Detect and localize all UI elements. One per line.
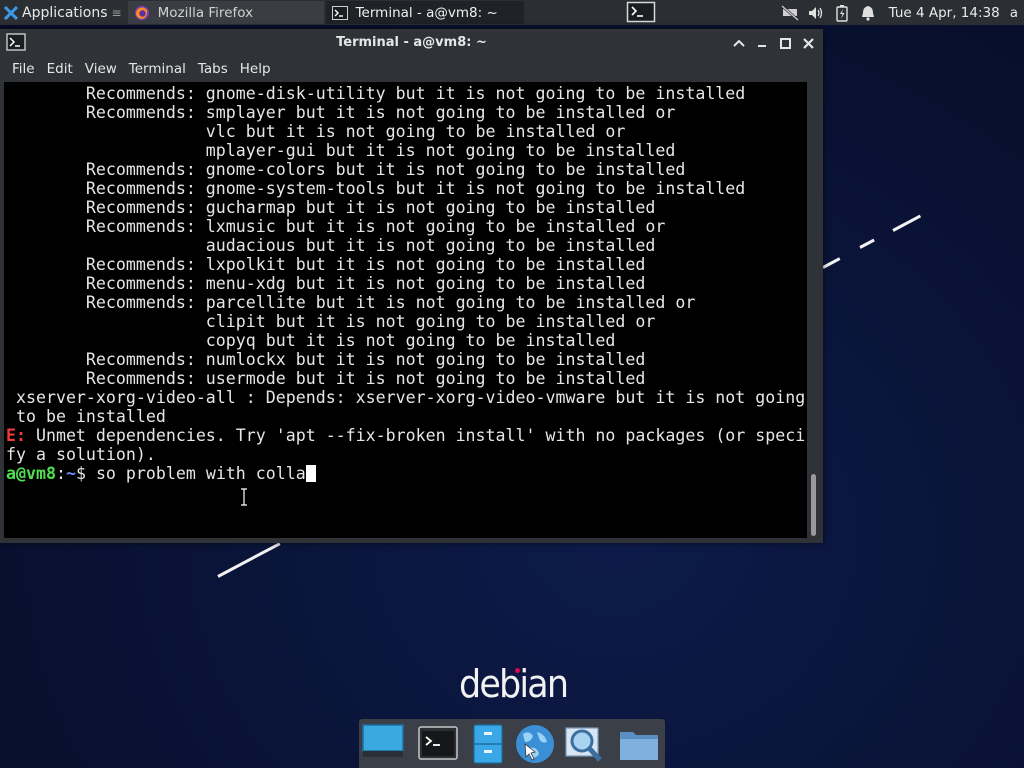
prompt-symbol: $ [75,464,96,483]
terminal-line: Recommends: lxpolkit but it is not going… [6,255,646,274]
close-icon[interactable] [797,32,819,54]
menubar: File Edit View Terminal Tabs Help [0,57,823,81]
terminal-line: copyq but it is not going to be installe… [6,331,616,350]
menu-edit[interactable]: Edit [41,61,79,77]
minimize-icon[interactable] [751,32,773,54]
system-tray: Tue 4 Apr, 14:38 a [780,0,1024,25]
terminal-line: to be installed [6,407,166,426]
debian-logo-dot [515,668,520,673]
terminal-line: vlc but it is not going to be installed … [6,122,626,141]
terminal-line: Recommends: usermode but it is not going… [6,369,646,388]
web-browser-icon[interactable] [513,722,557,766]
notifications-bell-icon[interactable] [859,4,877,22]
wallpaper-streak [892,214,922,232]
terminal-icon [331,5,348,20]
taskbar-firefox[interactable]: Mozilla Firefox [127,1,324,24]
text-cursor [305,465,316,482]
error-prefix: E: [6,426,26,445]
applications-menu[interactable]: Applications ≡ [0,0,126,25]
wallpaper-streak [859,238,875,249]
terminal-line: Recommends: gnome-system-tools but it is… [6,179,746,198]
menu-file[interactable]: File [6,61,41,77]
terminal-output[interactable]: Recommends: gnome-disk-utility but it is… [4,82,807,538]
menu-tabs[interactable]: Tabs [192,61,234,77]
firefox-icon [134,5,149,20]
app-finder-icon[interactable] [562,722,606,766]
menu-separator-icon: ≡ [111,5,122,20]
terminal-line: Recommends: numlockx but it is not going… [6,350,646,369]
panel-terminal-launcher-icon[interactable] [626,1,656,23]
network-disconnected-icon[interactable] [780,4,799,22]
error-message-cont: fy a solution). [6,445,156,464]
volume-icon[interactable] [807,4,825,22]
scrollbar-thumb[interactable] [811,474,816,536]
terminal-line: Recommends: smplayer but it is not going… [6,103,676,122]
window-menu-chevron-up-icon[interactable] [728,32,750,54]
user-menu[interactable]: a [1010,5,1018,21]
terminal-line: audacious but it is not going to be inst… [6,236,656,255]
wallpaper-streak [217,542,281,578]
terminal-line: Recommends: gucharmap but it is not goin… [6,198,656,217]
show-desktop-icon[interactable] [361,722,405,766]
maximize-icon[interactable] [774,32,796,54]
wallpaper-streak [822,257,841,269]
taskbar-terminal[interactable]: Terminal - a@vm8: ~ [325,1,524,24]
xfce-logo-icon [4,5,18,20]
terminal-line: clipit but it is not going to be install… [6,312,656,331]
terminal-scrollbar[interactable] [807,82,823,538]
clock[interactable]: Tue 4 Apr, 14:38 [889,5,1000,21]
taskbar-terminal-label: Terminal - a@vm8: ~ [355,4,498,21]
command-input[interactable]: so problem with colla [96,464,306,483]
terminal-window: Terminal - a@vm8: ~ File Edit View Termi… [0,29,823,543]
prompt-path: ~ [65,464,76,483]
terminal-line: mplayer-gui but it is not going to be in… [6,141,676,160]
terminal-line: Recommends: menu-xdg but it is not going… [6,274,646,293]
terminal-line: Recommends: gnome-colors but it is not g… [6,160,686,179]
debian-logo: debian [459,662,569,706]
menu-terminal[interactable]: Terminal [123,61,192,77]
file-cabinet-icon[interactable] [466,722,510,766]
dock [359,719,665,768]
prompt-user: a@vm8 [6,464,56,483]
folder-icon[interactable] [617,722,661,766]
taskbar-firefox-label: Mozilla Firefox [157,4,254,21]
applications-label: Applications [22,4,108,21]
error-message: Unmet dependencies. Try 'apt --fix-broke… [25,426,806,445]
terminal-line: Recommends: parcellite but it is not goi… [6,293,696,312]
window-title: Terminal - a@vm8: ~ [336,35,487,50]
ibeam-cursor-icon [241,488,247,506]
terminal-text: Recommends: gnome-disk-utility but it is… [6,84,805,483]
window-titlebar[interactable]: Terminal - a@vm8: ~ [0,29,823,57]
menu-help[interactable]: Help [234,61,277,77]
terminal-line: xserver-xorg-video-all : Depends: xserve… [6,388,806,407]
battery-icon[interactable] [833,4,851,22]
prompt-colon: : [55,464,66,483]
terminal-line: Recommends: gnome-disk-utility but it is… [6,84,746,103]
top-panel: Applications ≡ Mozilla Firefox Terminal … [0,0,1024,25]
terminal-line: Recommends: lxmusic but it is not going … [6,217,666,236]
menu-view[interactable]: View [79,61,123,77]
terminal-icon[interactable] [416,722,460,766]
